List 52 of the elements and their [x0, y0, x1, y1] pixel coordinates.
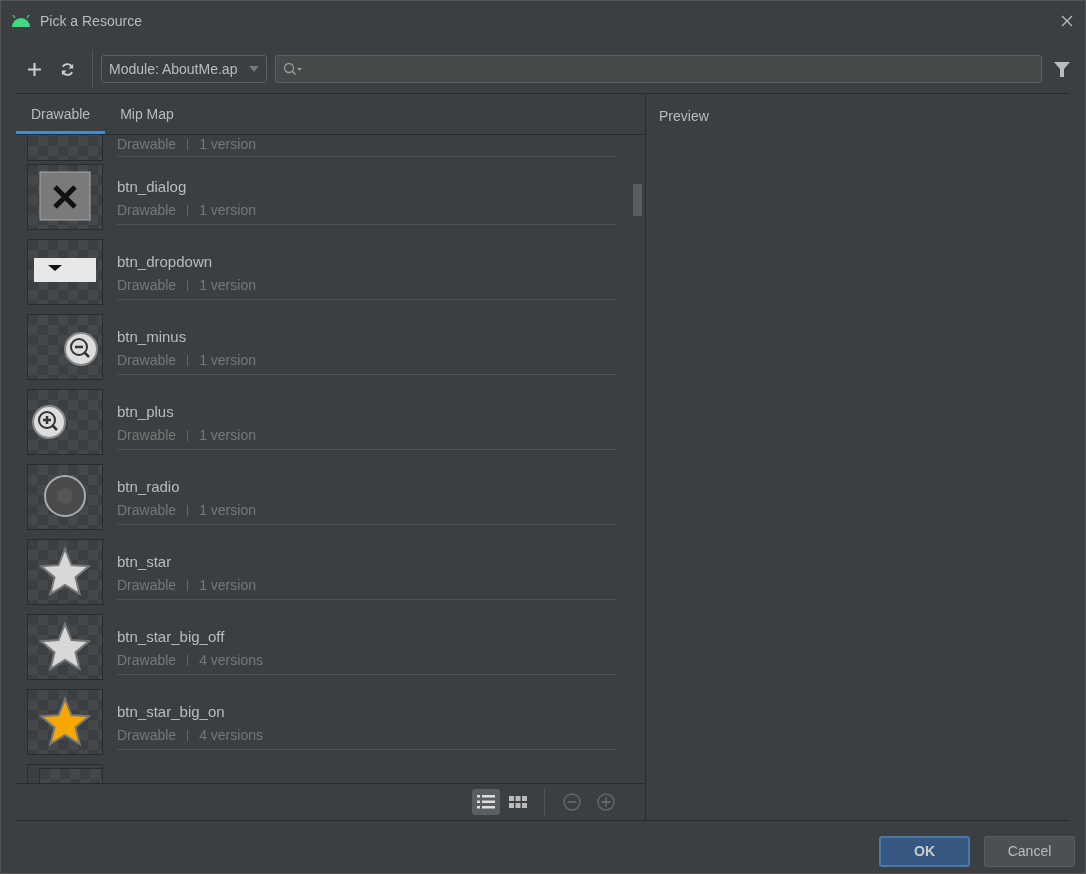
cancel-button[interactable]: Cancel — [984, 835, 1075, 867]
window-title: Pick a Resource — [40, 13, 142, 29]
android-icon — [11, 15, 31, 27]
version-count: 4 versions — [199, 727, 263, 743]
resource-type: Drawable — [117, 277, 177, 293]
scrollbar-thumb[interactable] — [633, 184, 642, 216]
module-dropdown[interactable]: Module: AboutMe.ap — [101, 55, 267, 83]
resource-name: btn_dropdown — [117, 253, 214, 270]
resource-type: Drawable — [117, 202, 177, 218]
resource-row[interactable]: btn_dropdown Drawable 1 version — [16, 236, 645, 311]
close-icon[interactable] — [1061, 15, 1073, 27]
resource-name: btn_minus — [117, 328, 188, 345]
resource-name: btn_plus — [117, 403, 175, 420]
resource-type: Drawable — [117, 727, 177, 743]
add-icon[interactable] — [27, 61, 42, 77]
resource-row[interactable]: btn_star_big_on Drawable 4 versions — [16, 686, 645, 761]
version-count: 1 version — [199, 136, 256, 152]
resource-row[interactable]: btn_star_big_off Drawable 4 versions — [16, 611, 645, 686]
search-field[interactable] — [275, 55, 1042, 83]
resource-type: Drawable — [117, 652, 177, 668]
version-count: 1 version — [199, 577, 256, 593]
resource-type: Drawable — [117, 577, 177, 593]
version-count: 1 version — [199, 277, 256, 293]
refresh-icon[interactable] — [60, 61, 75, 77]
list-view-icon[interactable] — [472, 789, 500, 815]
version-count: 1 version — [199, 352, 256, 368]
ok-button[interactable]: OK — [879, 835, 970, 867]
tab[interactable]: Mip Map — [105, 106, 189, 134]
resource-type: Drawable — [117, 427, 177, 443]
resource-type: Drawable — [117, 136, 177, 152]
zoom-in-icon[interactable] — [596, 792, 616, 812]
preview-label: Preview — [659, 108, 709, 124]
resource-type: Drawable — [117, 352, 177, 368]
version-count: 1 version — [199, 502, 256, 518]
version-count: 1 version — [199, 427, 256, 443]
resource-type: Drawable — [117, 502, 177, 518]
resource-name: btn_dialog — [117, 178, 188, 195]
version-count: 4 versions — [199, 652, 263, 668]
search-icon[interactable] — [283, 62, 303, 76]
resource-row[interactable]: btn_dialog Drawable 1 version — [16, 161, 645, 236]
resource-name: btn_radio — [117, 478, 181, 495]
resource-row[interactable]: btn_plus Drawable 1 version — [16, 386, 645, 461]
resource-name: btn_star — [117, 553, 173, 570]
resource-row[interactable]: btn_minus Drawable 1 version — [16, 311, 645, 386]
resource-row[interactable]: btn_radio Drawable 1 version — [16, 461, 645, 536]
version-count: 1 version — [199, 202, 256, 218]
filter-icon[interactable] — [1054, 61, 1070, 77]
resource-name: btn_star_big_on — [117, 703, 226, 720]
resource-name: btn_star_big_off — [117, 628, 226, 645]
caret-icon[interactable] — [249, 66, 259, 72]
zoom-out-icon[interactable] — [562, 792, 582, 812]
resource-row[interactable]: btn_star Drawable 1 version — [16, 536, 645, 611]
